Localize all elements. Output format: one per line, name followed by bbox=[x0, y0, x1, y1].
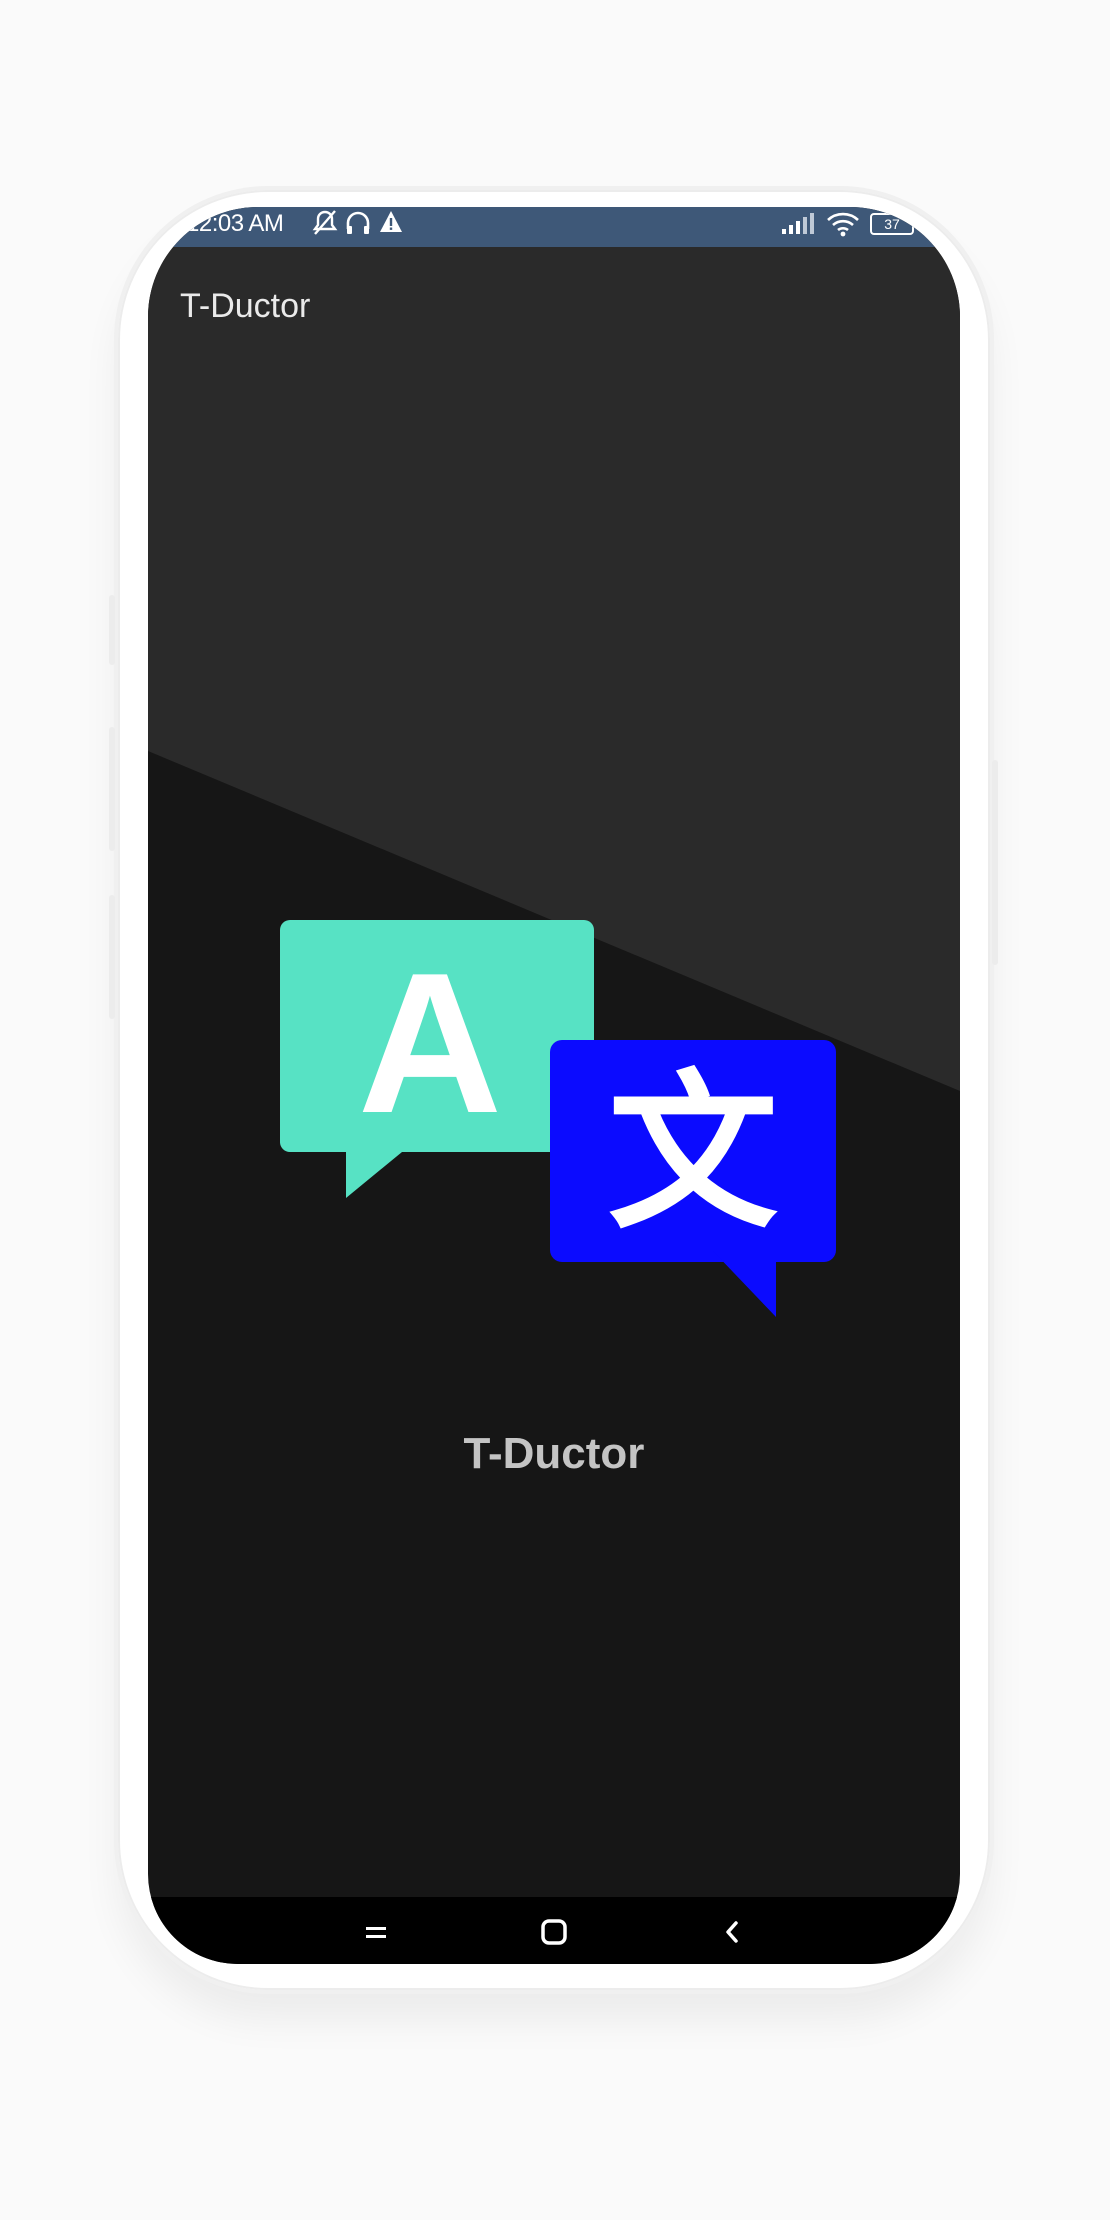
back-icon bbox=[726, 1921, 738, 1943]
home-icon bbox=[541, 1919, 567, 1945]
status-bar: 12:03 AM 37 bbox=[148, 207, 960, 247]
back-button[interactable] bbox=[702, 1907, 762, 1957]
cjk-bubble: 文 bbox=[550, 1040, 836, 1317]
logo-letter-latin: A bbox=[358, 932, 502, 1155]
status-icons-left bbox=[312, 209, 404, 237]
home-button[interactable] bbox=[524, 1907, 584, 1957]
volume-up-key bbox=[109, 727, 115, 851]
splash-screen: T-Ductor A 文 T-Ductor bbox=[148, 247, 960, 1897]
power-key bbox=[992, 760, 998, 965]
warning-icon bbox=[380, 211, 402, 232]
signal-icon bbox=[782, 213, 814, 234]
phone-screen: 12:03 AM 37 T-Ductor A 文 T-Ductor bbox=[148, 207, 960, 1964]
battery-icon: 37 bbox=[870, 213, 918, 235]
headset-icon bbox=[346, 211, 370, 234]
battery-level: 37 bbox=[884, 216, 900, 232]
logo-letter-cjk: 文 bbox=[608, 1055, 778, 1253]
recent-apps-button[interactable] bbox=[346, 1907, 406, 1957]
app-bar-title: T-Ductor bbox=[180, 287, 311, 325]
translate-logo-icon: A 文 bbox=[280, 920, 836, 1317]
status-icons-right: 37 bbox=[780, 211, 918, 237]
wifi-icon bbox=[827, 212, 859, 237]
notifications-off-icon bbox=[312, 210, 338, 235]
recent-apps-icon bbox=[366, 1927, 386, 1938]
navigation-bar bbox=[148, 1897, 960, 1964]
status-time: 12:03 AM bbox=[186, 210, 284, 237]
latin-bubble: A bbox=[280, 920, 594, 1198]
volume-key bbox=[109, 595, 115, 665]
volume-down-key bbox=[109, 895, 115, 1019]
splash-app-name: T-Ductor bbox=[463, 1429, 645, 1478]
